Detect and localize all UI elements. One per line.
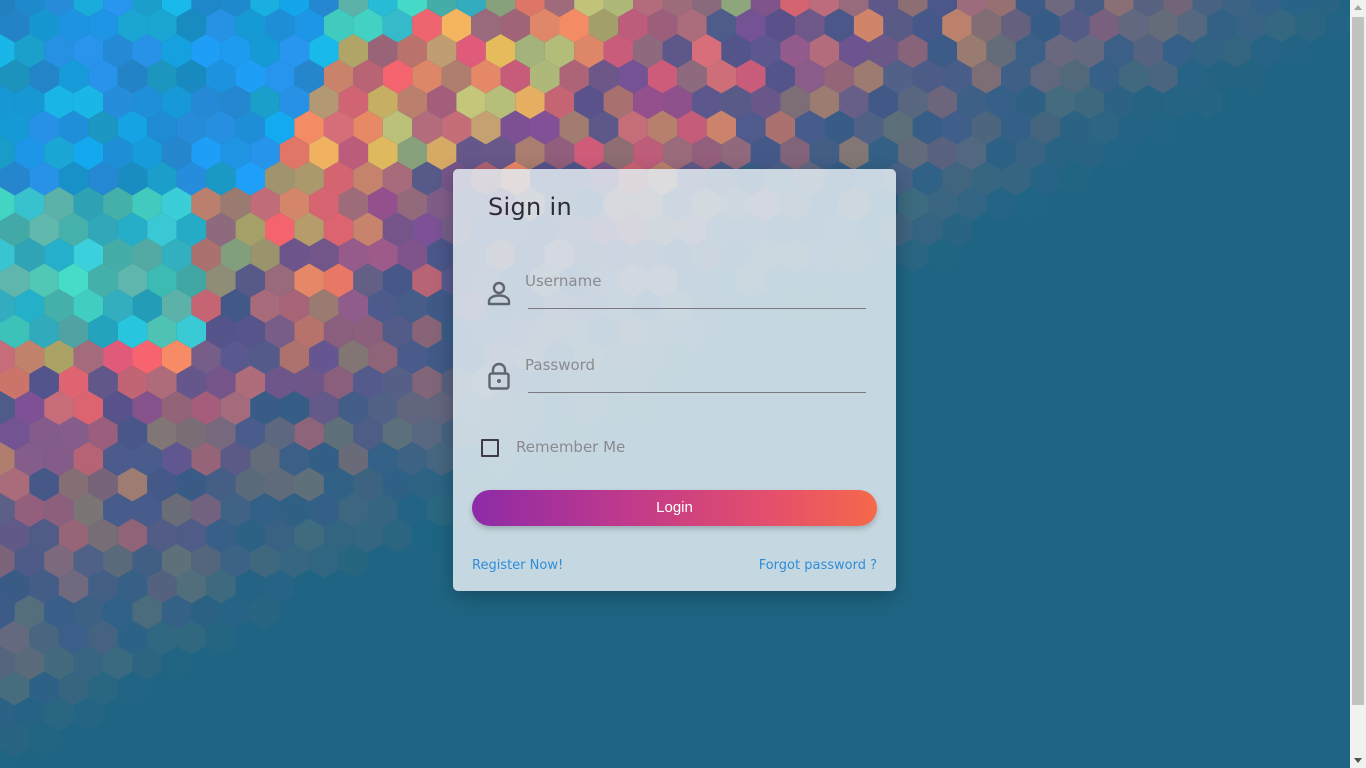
password-placeholder: Password: [525, 356, 595, 374]
vertical-scrollbar[interactable]: [1350, 0, 1366, 768]
password-input[interactable]: Password: [528, 356, 866, 393]
scroll-up-arrow-icon[interactable]: [1354, 5, 1362, 10]
user-icon: [486, 279, 512, 309]
sign-in-title: Sign in: [488, 193, 572, 221]
remember-me-label[interactable]: Remember Me: [516, 438, 625, 456]
forgot-password-link[interactable]: Forgot password ?: [759, 558, 877, 573]
scroll-down-arrow-icon[interactable]: [1354, 758, 1362, 763]
username-input[interactable]: Username: [528, 272, 866, 309]
lock-icon: [486, 361, 512, 391]
remember-me-checkbox[interactable]: [481, 439, 499, 457]
username-placeholder: Username: [525, 272, 601, 290]
register-now-link[interactable]: Register Now!: [472, 558, 563, 573]
login-button[interactable]: Login: [472, 490, 877, 526]
scrollbar-thumb[interactable]: [1352, 17, 1364, 705]
sign-in-card: Sign in Username Password Remember Me Lo…: [453, 169, 896, 591]
login-page: Sign in Username Password Remember Me Lo…: [0, 0, 1366, 768]
